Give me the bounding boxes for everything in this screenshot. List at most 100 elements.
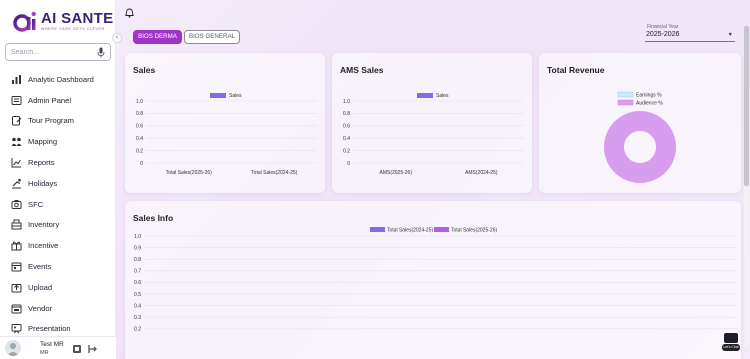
- brand-logo[interactable]: AI SANTE WHERE CARE GETS CLEVER: [12, 9, 114, 33]
- brand-logo-icon: [13, 11, 36, 32]
- presentation-icon: [11, 324, 22, 334]
- notification-bell-icon[interactable]: [125, 8, 134, 18]
- vendor-icon: [11, 304, 22, 314]
- chevron-down-icon: ▼: [727, 32, 733, 38]
- y-tick-label: 0.2: [136, 148, 143, 154]
- y-tick-label: 0.5: [134, 292, 141, 298]
- sidebar-item-label: Holidays: [28, 178, 58, 188]
- logout-icon[interactable]: [88, 344, 98, 354]
- inventory-icon: [11, 219, 22, 230]
- sidebar-nav: Analytic Dashboard Admin Panel Tour Prog…: [0, 69, 116, 339]
- legend-label: Total Sales(2024-25): [387, 228, 433, 234]
- reports-icon: [11, 158, 21, 168]
- tab-bios-general[interactable]: BIOS GENERAL: [184, 30, 240, 44]
- sidebar-item-admin-panel[interactable]: Admin Panel: [0, 90, 116, 111]
- y-tick-label: 0.2: [343, 148, 350, 154]
- x-tick-label: Total Sales(2024-25): [251, 170, 297, 176]
- user-role: MR: [40, 350, 49, 356]
- y-tick-label: 0.4: [134, 303, 141, 309]
- y-tick-label: 0.6: [343, 124, 350, 130]
- sidebar-item-events[interactable]: Events: [0, 256, 116, 277]
- user-name: Test MR: [40, 341, 64, 348]
- tab-bios-derma[interactable]: BIOS DERMA: [133, 30, 182, 44]
- sidebar-item-label: Tour Program: [28, 116, 74, 126]
- sidebar-item-label: Upload: [28, 282, 53, 292]
- sidebar-item-upload[interactable]: Upload: [0, 277, 116, 298]
- legend-swatch: [434, 227, 449, 232]
- brand-name: AI SANTE: [41, 10, 114, 27]
- y-tick-label: 0.4: [343, 136, 350, 142]
- y-tick-label: 0: [140, 161, 143, 167]
- sidebar-item-label: Analytic Dashboard: [28, 74, 94, 84]
- user-panel: Test MR MR: [0, 336, 116, 359]
- y-tick-label: 0.6: [134, 280, 141, 286]
- tour-program-icon: [12, 116, 22, 126]
- sidebar-item-mapping[interactable]: Mapping: [0, 131, 116, 152]
- total-revenue-card: Total Revenue Earnings % Audience %: [539, 53, 741, 193]
- sidebar-item-label: Mapping: [28, 137, 58, 147]
- sidebar-item-vendor[interactable]: Vendor: [0, 298, 116, 319]
- legend-swatch: [617, 91, 634, 98]
- x-tick-label: Total Sales(2025-26): [166, 170, 212, 176]
- sidebar: AI SANTE WHERE CARE GETS CLEVER Analytic…: [0, 0, 116, 359]
- financial-year-value: 2025-2026: [646, 31, 680, 38]
- sidebar-item-label: Reports: [28, 158, 55, 168]
- user-avatar-icon: [7, 343, 19, 356]
- y-tick-label: 1.0: [134, 234, 141, 240]
- events-icon: [11, 262, 22, 272]
- y-tick-label: 0.4: [136, 136, 143, 142]
- ams-sales-chart: Sales 0 0.2 0.4 0.6 0.8 1.0 AMS(2025-26) AMS(202…: [343, 93, 524, 176]
- financial-year-select[interactable]: 2025-2026 ▼: [645, 31, 735, 42]
- page-scrollbar[interactable]: [744, 26, 749, 348]
- y-tick-label: 0.8: [136, 111, 143, 117]
- sidebar-item-sfc[interactable]: SFC: [0, 194, 116, 215]
- sidebar-item-label: Events: [28, 262, 52, 272]
- search-box: [5, 43, 111, 61]
- sidebar-item-label: Inventory: [28, 220, 60, 230]
- brand-tagline: WHERE CARE GETS CLEVER: [41, 27, 105, 31]
- sales-card: Sales Sales 0 0.2 0.4 0.6 0.8 1.0 Total Sales(2…: [125, 53, 325, 193]
- y-tick-label: 1.0: [136, 99, 143, 105]
- y-tick-label: 0.6: [136, 124, 143, 130]
- chat-widget[interactable]: Let's Chat: [722, 333, 740, 353]
- analytics-icon: [12, 74, 21, 84]
- microphone-icon[interactable]: [97, 47, 105, 58]
- legend-swatch: [617, 99, 634, 106]
- financial-year-label: Financial Year: [647, 24, 679, 30]
- sfc-icon: [11, 199, 22, 209]
- legend-swatch: [417, 93, 433, 98]
- sidebar-item-label: Presentation: [28, 324, 71, 334]
- sidebar-item-inventory[interactable]: Inventory: [0, 215, 116, 236]
- pie-slice: [603, 111, 676, 183]
- sidebar-item-holidays[interactable]: Holidays: [0, 173, 116, 194]
- avatar[interactable]: [5, 340, 21, 356]
- sidebar-item-label: Vendor: [28, 303, 53, 313]
- sidebar-item-tour-program[interactable]: Tour Program: [0, 111, 116, 132]
- sidebar-item-label: Admin Panel: [28, 95, 72, 105]
- holidays-icon: [12, 178, 21, 189]
- sales-chart: Sales 0 0.2 0.4 0.6 0.8 1.0 Total Sales(2025-26…: [136, 93, 317, 176]
- sidebar-item-label: Incentive: [28, 241, 59, 251]
- admin-panel-icon: [11, 95, 22, 105]
- sidebar-collapse-button[interactable]: ‹: [112, 33, 122, 43]
- y-tick-label: 0: [347, 161, 350, 167]
- legend-label: Sales: [436, 93, 449, 99]
- mapping-icon: [11, 137, 22, 147]
- legend-label: Sales: [229, 93, 242, 99]
- y-tick-label: 0.2: [134, 327, 141, 333]
- y-tick-label: 0.8: [134, 257, 141, 263]
- incentive-icon: [11, 241, 22, 251]
- sales-info-chart: Total Sales(2024-25) Total Sales(2025-26)…: [134, 227, 737, 333]
- sidebar-item-incentive[interactable]: Incentive: [0, 235, 116, 256]
- sidebar-item-reports[interactable]: Reports: [0, 152, 116, 173]
- chat-badge: Let's Chat: [722, 344, 740, 351]
- upload-icon: [11, 283, 22, 293]
- sidebar-item-analytic-dashboard[interactable]: Analytic Dashboard: [0, 69, 116, 90]
- legend-swatch: [370, 227, 385, 232]
- ams-sales-card: AMS Sales Sales 0 0.2 0.4 0.6 0.8 1.0 AMS(2025-…: [332, 53, 532, 193]
- sales-info-card: Sales Info Total Sales(2024-25) Total Sal…: [125, 201, 741, 359]
- search-input[interactable]: [11, 46, 95, 59]
- scrollbar-thumb[interactable]: [744, 26, 749, 186]
- profile-card-icon[interactable]: [72, 344, 82, 354]
- y-tick-label: 1.0: [343, 99, 350, 105]
